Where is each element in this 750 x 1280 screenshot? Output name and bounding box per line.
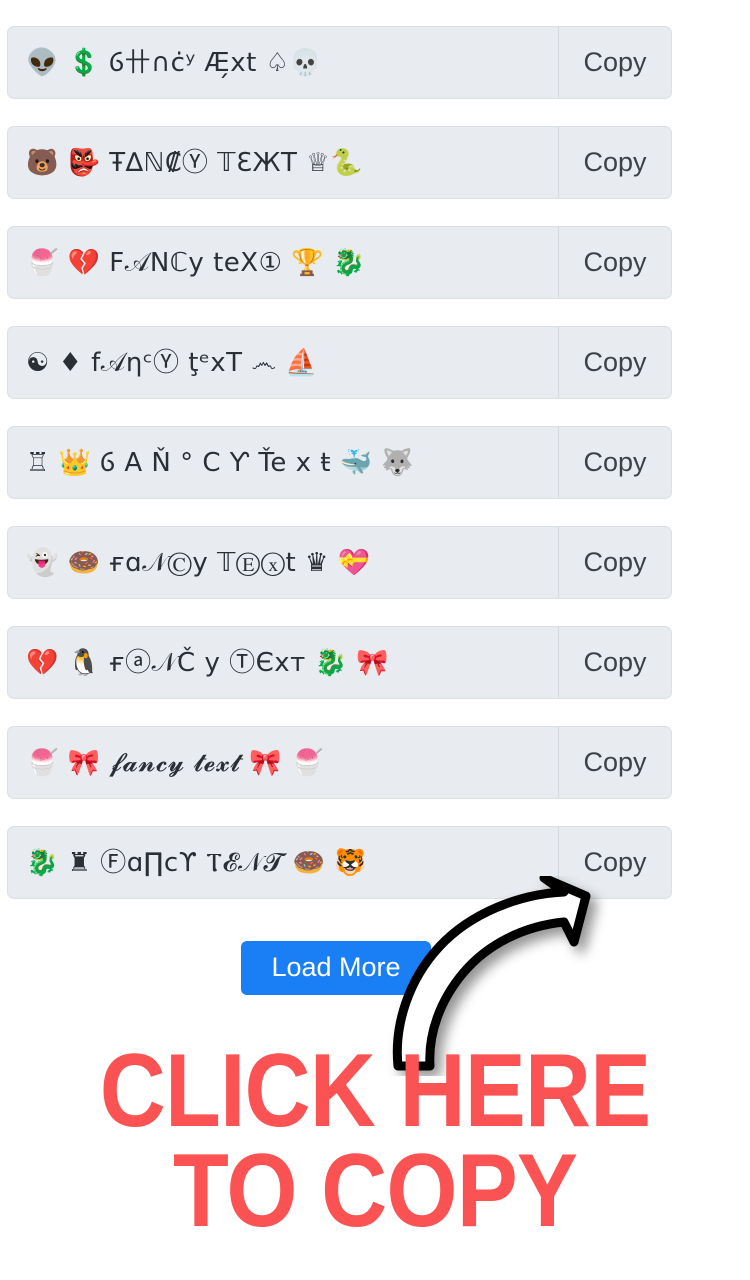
copy-button[interactable]: Copy	[558, 627, 671, 698]
fancy-text-value: 🍧 🎀 𝓯𝓪𝓷𝓬𝔂 𝓽𝓮𝔁𝓽 🎀 🍧	[26, 747, 324, 778]
fancy-text-row: 🍧 💔 F𝒜Nℂy teX① 🏆 🐉 Copy	[7, 226, 672, 299]
fancy-text-row: 💔 🐧 ғⓐ𝒩Č y ⓉЄхт 🐉 🎀 Copy	[7, 626, 672, 699]
callout-line-1: CLICK HERE	[99, 1033, 651, 1149]
copy-button[interactable]: Copy	[558, 427, 671, 498]
load-more-button[interactable]: Load More	[241, 941, 431, 995]
fancy-text-row: 🐉 ♜ Ⓕɑ∏cϒ Ⲧ𝓔𝒩𝓣 🍩 🐯 Copy	[7, 826, 672, 899]
copy-button[interactable]: Copy	[558, 27, 671, 98]
callout-line-2: TO COPY	[172, 1132, 578, 1249]
copy-button[interactable]: Copy	[558, 327, 671, 398]
copy-button[interactable]: Copy	[558, 127, 671, 198]
copy-button[interactable]: Copy	[558, 727, 671, 798]
click-here-to-copy-callout: CLICK HERE TO COPY	[45, 1033, 705, 1249]
fancy-text-row: 🍧 🎀 𝓯𝓪𝓷𝓬𝔂 𝓽𝓮𝔁𝓽 🎀 🍧 Copy	[7, 726, 672, 799]
fancy-text-value: 🐉 ♜ Ⓕɑ∏cϒ Ⲧ𝓔𝒩𝓣 🍩 🐯	[26, 847, 368, 878]
fancy-text-row: 👻 🍩 ғɑ𝒩Ⓒy 𝕋Ⓔⓧt ♛ 💝 Copy	[7, 526, 672, 599]
fancy-text-value: 🍧 💔 F𝒜Nℂy teX① 🏆 🐉	[26, 247, 366, 278]
fancy-text-value: ☯ ♦ f𝒜ηᶜⓎ ţᵉxT ෴ ⛵	[26, 347, 319, 378]
load-more-container: Load More	[0, 941, 672, 995]
fancy-text-row: 👽 💲 Ⳓ卄∩ċʸ Æ̗xt ♤💀 Copy	[7, 26, 672, 99]
copy-button[interactable]: Copy	[558, 227, 671, 298]
fancy-text-value: ♖ 👑 Ⳓ A Ň ° C Ƴ Ťe x ŧ 🐳 🐺	[26, 447, 415, 478]
fancy-text-list: 👽 💲 Ⳓ卄∩ċʸ Æ̗xt ♤💀 Copy 🐻 👺 Ŧ∆ℕ₡Ⓨ 𝕋ƐЖT ♕🐍 Co…	[7, 26, 672, 926]
fancy-text-value: 👽 💲 Ⳓ卄∩ċʸ Æ̗xt ♤💀	[26, 47, 323, 78]
fancy-text-value: 👻 🍩 ғɑ𝒩Ⓒy 𝕋Ⓔⓧt ♛ 💝	[26, 547, 371, 578]
fancy-text-row: ♖ 👑 Ⳓ A Ň ° C Ƴ Ťe x ŧ 🐳 🐺 Copy	[7, 426, 672, 499]
copy-button[interactable]: Copy	[558, 827, 671, 898]
copy-button[interactable]: Copy	[558, 527, 671, 598]
fancy-text-row: 🐻 👺 Ŧ∆ℕ₡Ⓨ 𝕋ƐЖT ♕🐍 Copy	[7, 126, 672, 199]
fancy-text-value: 💔 🐧 ғⓐ𝒩Č y ⓉЄхт 🐉 🎀	[26, 647, 390, 678]
fancy-text-row: ☯ ♦ f𝒜ηᶜⓎ ţᵉxT ෴ ⛵ Copy	[7, 326, 672, 399]
fancy-text-value: 🐻 👺 Ŧ∆ℕ₡Ⓨ 𝕋ƐЖT ♕🐍	[26, 147, 363, 178]
